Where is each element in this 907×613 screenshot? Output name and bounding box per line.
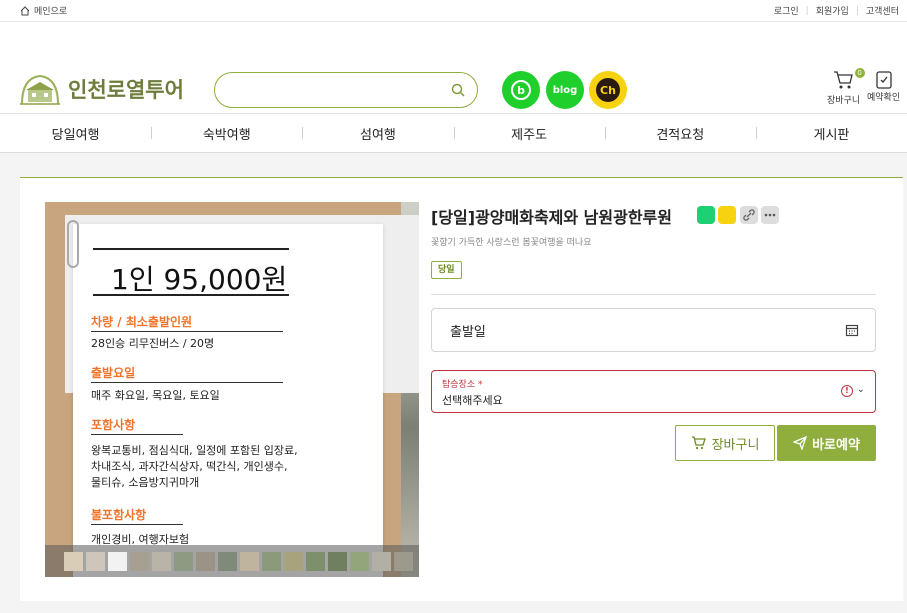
book-now-label: 바로예약 (812, 437, 860, 453)
poster-section-title: 불포함사항 (91, 508, 147, 522)
book-now-button[interactable]: 바로예약 (777, 425, 876, 461)
poster-section-line: 왕복교통비, 점심식대, 일정에 포함된 입장료, (91, 444, 298, 457)
thumbnail[interactable] (240, 551, 259, 571)
separator: | (805, 5, 809, 16)
add-to-cart-button[interactable]: 장바구니 (675, 425, 775, 461)
poster-section-rule (91, 524, 183, 525)
poster-section-line: 차내조식, 과자간식상자, 떡간식, 개인생수, (91, 460, 288, 473)
nav-item-board[interactable]: 게시판 (755, 124, 907, 143)
link-copy-icon[interactable] (740, 206, 758, 224)
svg-text:Ch: Ch (600, 84, 616, 97)
poster-section-title: 출발요일 (91, 366, 136, 380)
poster-section-rule (91, 331, 283, 332)
thumbnail[interactable] (64, 551, 83, 571)
departure-date-field[interactable]: 출발일 (431, 308, 876, 352)
kakao-channel-icon[interactable]: Ch (589, 71, 627, 109)
product-subtitle: 꽃향기 가득한 사랑스런 봄꽃여행을 떠나요 (431, 238, 592, 248)
product-tag-badge: 당일 (431, 261, 462, 279)
cart-link[interactable]: 0 장바구니 (827, 68, 865, 106)
pickup-location-value: 선택해주세요 (442, 394, 503, 407)
search-input[interactable] (229, 73, 449, 107)
more-options-icon[interactable] (761, 206, 779, 224)
search-icon[interactable] (450, 82, 466, 98)
home-link[interactable]: 메인으로 (20, 4, 67, 17)
product-title: [당일]광양매화축제와 남원광한루원 (431, 208, 672, 227)
poster-section-line: 물티슈, 소음방지귀마개 (91, 476, 200, 489)
paper-plane-icon (793, 436, 808, 450)
band-icon[interactable]: b (502, 71, 540, 109)
thumbnail[interactable] (394, 551, 413, 571)
paperclip-icon (67, 220, 79, 268)
thumbnail[interactable] (108, 551, 127, 571)
pickup-location-label: 탑승장소 * (442, 380, 483, 390)
product-detail: 1인 95,000원 차량 / 최소출발인원 28인승 리무진버스 / 20명 … (20, 177, 903, 601)
reservation-link[interactable]: 예약확인 (867, 70, 900, 103)
poster-section-rule (91, 434, 183, 435)
thumbnail[interactable] (86, 551, 105, 571)
logo-text: 인천로열투어 (68, 78, 184, 102)
add-to-cart-label: 장바구니 (711, 437, 760, 453)
thumbnail[interactable] (328, 551, 347, 571)
search-box[interactable] (214, 72, 478, 108)
logo-emblem-icon (20, 74, 60, 105)
thumbnail[interactable] (372, 551, 391, 571)
reservation-check-icon (875, 71, 892, 89)
poster-section-title: 차량 / 최소출발인원 (91, 315, 193, 329)
poster-rule (93, 248, 289, 250)
thumbnail[interactable] (152, 551, 171, 571)
reservation-label: 예약확인 (867, 93, 901, 103)
nav-item-island-trip[interactable]: 섬여행 (302, 124, 453, 143)
thumbnail[interactable] (262, 551, 281, 571)
nav-item-quote-request[interactable]: 견적요청 (604, 124, 756, 143)
naver-talk-share-icon[interactable] (697, 206, 715, 224)
thumbnail[interactable] (174, 551, 193, 571)
calendar-icon (845, 324, 859, 337)
cart-icon (691, 436, 706, 450)
divider (431, 294, 876, 295)
cart-label: 장바구니 (827, 96, 861, 106)
blog-icon-label: blog (552, 84, 578, 96)
poster-section-rule (91, 382, 283, 383)
home-label: 메인으로 (34, 7, 68, 17)
thumbnail-strip (45, 545, 419, 577)
nav-item-overnight-trip[interactable]: 숙박여행 (151, 124, 302, 143)
top-bar: 메인으로 로그인 | 회원가입 | 고객센터 (0, 0, 907, 22)
product-image: 1인 95,000원 차량 / 최소출발인원 28인승 리무진버스 / 20명 … (45, 202, 419, 577)
home-icon (20, 5, 30, 15)
departure-date-label: 출발일 (450, 325, 486, 340)
cart-icon (833, 71, 853, 89)
blog-icon[interactable]: blog (546, 71, 584, 109)
support-link[interactable]: 고객센터 (866, 4, 899, 17)
kakao-share-icon[interactable] (718, 206, 736, 224)
svg-text:b: b (517, 84, 525, 97)
thumbnail[interactable] (130, 551, 149, 571)
signup-link[interactable]: 회원가입 (816, 4, 849, 17)
cart-count-badge: 0 (854, 68, 865, 78)
header: 인천로열투어 b blog Ch 0 장바구니 예약확인 (0, 22, 907, 113)
separator: | (855, 5, 859, 16)
thumbnail[interactable] (196, 551, 215, 571)
error-icon: ! (841, 385, 853, 397)
poster-rule (93, 294, 289, 296)
poster-section-line: 매주 화요일, 목요일, 토요일 (91, 389, 220, 402)
thumbnail[interactable] (284, 551, 303, 571)
thumbnail[interactable] (350, 551, 369, 571)
thumbnail[interactable] (218, 551, 237, 571)
poster-section-title: 포함사항 (91, 418, 136, 432)
poster-section-line: 28인승 리무진버스 / 20명 (91, 337, 215, 350)
main-nav: 당일여행 숙박여행 섬여행 제주도 견적요청 게시판 (0, 113, 907, 153)
login-link[interactable]: 로그인 (774, 4, 799, 17)
poster-price: 1인 95,000원 (111, 263, 288, 296)
logo[interactable]: 인천로열투어 (18, 72, 184, 106)
thumbnail[interactable] (306, 551, 325, 571)
nav-item-jeju[interactable]: 제주도 (453, 124, 605, 143)
nav-item-day-trip[interactable]: 당일여행 (0, 124, 151, 143)
chevron-down-icon: ⌄ (856, 384, 865, 395)
pickup-location-select[interactable]: 탑승장소 * 선택해주세요 ! ⌄ (431, 370, 876, 413)
